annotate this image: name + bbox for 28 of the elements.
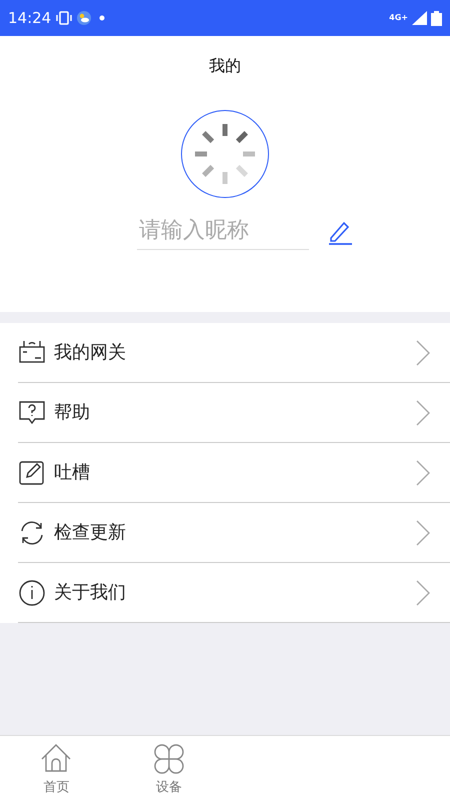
menu-item[interactable]: 吐槽 xyxy=(18,443,450,503)
notification-dot-icon xyxy=(99,15,106,21)
loading-spinner-icon xyxy=(192,121,258,187)
menu-item[interactable]: 我的网关 xyxy=(18,323,450,383)
avatar[interactable] xyxy=(181,110,269,198)
battery-icon xyxy=(431,10,442,26)
help-icon xyxy=(18,398,46,426)
tab[interactable]: 首页 xyxy=(0,736,112,800)
page-title: 我的 xyxy=(209,55,241,77)
signal-icon xyxy=(412,11,427,25)
weather-icon xyxy=(77,11,92,25)
chevron-right-icon xyxy=(416,520,430,546)
menu-item[interactable]: 帮助 xyxy=(18,383,450,443)
chevron-right-icon xyxy=(416,400,430,426)
edit-icon xyxy=(18,458,46,486)
info-icon xyxy=(18,578,46,606)
edit-icon[interactable] xyxy=(327,219,353,245)
chevron-right-icon xyxy=(416,340,430,366)
status-time: 14:24 xyxy=(8,8,52,29)
tab[interactable]: 设备 xyxy=(112,736,225,800)
menu-item[interactable]: 关于我们 xyxy=(18,563,450,623)
chevron-right-icon xyxy=(416,580,430,606)
vibrate-icon xyxy=(55,11,74,25)
menu-item[interactable]: 检查更新 xyxy=(18,503,450,563)
grid-icon xyxy=(152,742,186,774)
nickname-field[interactable]: 请输入昵称 xyxy=(137,214,309,250)
network-type: 4G+ xyxy=(389,14,408,22)
chevron-right-icon xyxy=(416,460,430,486)
